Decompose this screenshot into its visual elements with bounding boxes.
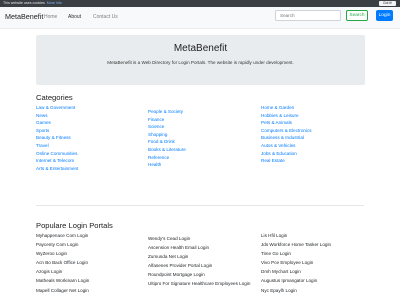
search-input[interactable]: [275, 10, 341, 21]
nav-link-contact[interactable]: Contact Us: [93, 14, 118, 20]
category-link[interactable]: Computers & Electronics: [261, 127, 312, 135]
category-link[interactable]: Online Communities: [36, 150, 78, 158]
category-link[interactable]: People & Society: [148, 108, 186, 116]
categories-heading: Categories: [36, 93, 73, 102]
portal-link[interactable]: Dmh Mychart Login: [261, 267, 331, 276]
portal-link[interactable]: Matheals Workinarn Login: [36, 276, 89, 285]
search-button[interactable]: Search: [346, 10, 368, 21]
category-link[interactable]: Science: [148, 123, 186, 131]
section-divider: [36, 205, 364, 206]
category-link[interactable]: Shopping: [148, 131, 186, 139]
cookie-text: This website uses cookies: [3, 1, 45, 5]
category-link[interactable]: Business & Industrial: [261, 134, 312, 142]
category-link[interactable]: Home & Garden: [261, 104, 312, 112]
category-link[interactable]: Internet & Telecom: [36, 157, 78, 165]
portal-link[interactable]: Zumunda Net Login: [148, 252, 250, 261]
category-link[interactable]: Autos & Vehicles: [261, 142, 312, 150]
brand-logo[interactable]: MetaBenefit: [5, 12, 43, 21]
categories-column-3: Home & Garden Hobbies & Leisure Pets & A…: [261, 104, 312, 165]
categories-column-1: Law & Government News Games Sports Beaut…: [36, 104, 78, 172]
hero-banner: MetaBenefit MetaBenefit is a Web Directo…: [36, 35, 365, 85]
portals-column-2: Wendy's Cead Login Ascension Health Emai…: [148, 234, 250, 289]
hero-title: MetaBenefit: [173, 43, 228, 54]
portal-link[interactable]: Nyc Epaylh Login: [261, 286, 331, 295]
portal-link[interactable]: Azogis Login: [36, 267, 89, 276]
portal-link[interactable]: Mapell Collager Net Login: [36, 286, 89, 295]
cookie-bar: This website uses cookies More info Got i…: [0, 0, 400, 7]
portal-link[interactable]: Myhappenace Com Login: [36, 231, 89, 240]
category-link[interactable]: Books & Literature: [148, 146, 186, 154]
navbar: MetaBenefit Home About Contact Us Search…: [0, 7, 400, 29]
category-link[interactable]: Jobs & Education: [261, 150, 312, 158]
cookie-accept-button[interactable]: Got it!: [378, 1, 396, 6]
category-link[interactable]: Finance: [148, 116, 186, 124]
nav-link-about[interactable]: About: [68, 14, 81, 20]
portal-link[interactable]: Time Go Login: [261, 249, 331, 258]
portal-link[interactable]: WyZeroo Login: [36, 249, 89, 258]
portal-link[interactable]: Acn Bo Back Office Login: [36, 258, 89, 267]
portals-column-1: Myhappenace Com Login Paycenty Com Login…: [36, 231, 89, 295]
category-link[interactable]: Real Estate: [261, 157, 312, 165]
portal-link[interactable]: Vivo Pce Employee Login: [261, 258, 331, 267]
portal-link[interactable]: Lis Hfil Login: [261, 231, 331, 240]
login-button[interactable]: Login: [376, 10, 393, 21]
cookie-more-link[interactable]: More info: [47, 1, 62, 5]
portal-link[interactable]: Ultipro For Signature Healthcare Employe…: [148, 279, 250, 288]
portal-link[interactable]: Augustus Ipmangator Login: [261, 276, 331, 285]
category-link[interactable]: Food & Drink: [148, 138, 186, 146]
portal-link[interactable]: Wendy's Cead Login: [148, 234, 250, 243]
nav-link-home[interactable]: Home: [44, 14, 57, 20]
portal-link[interactable]: Paycenty Com Login: [36, 240, 89, 249]
category-link[interactable]: Pets & Animals: [261, 119, 312, 127]
category-link[interactable]: News: [36, 112, 78, 120]
category-link[interactable]: Sports: [36, 127, 78, 135]
category-link[interactable]: Health: [148, 161, 186, 169]
category-link[interactable]: Travel: [36, 142, 78, 150]
cookie-text-wrap: This website uses cookies More info: [3, 0, 62, 7]
category-link[interactable]: Law & Government: [36, 104, 78, 112]
hero-subtitle: MetaBenefit is a Web Directory for Login…: [107, 60, 294, 65]
categories-column-2: People & Society Finance Science Shoppin…: [148, 108, 186, 169]
category-link[interactable]: Arts & Entertainment: [36, 165, 78, 173]
category-link[interactable]: Beauty & Fitness: [36, 134, 78, 142]
portal-link[interactable]: Alfasenes Provider Portal Login: [148, 261, 250, 270]
category-link[interactable]: Reference: [148, 154, 186, 162]
category-link[interactable]: Games: [36, 119, 78, 127]
portal-link[interactable]: Roundpoint Mortgage Login: [148, 270, 250, 279]
portals-column-3: Lis Hfil Login Jds Workforce Home Tasker…: [261, 231, 331, 295]
portal-link[interactable]: Jds Workforce Home Tasker Login: [261, 240, 331, 249]
portals-heading: Populare Login Portals: [36, 221, 113, 230]
category-link[interactable]: Hobbies & Leisure: [261, 112, 312, 120]
portal-link[interactable]: Ascension Health Email Login: [148, 243, 250, 252]
